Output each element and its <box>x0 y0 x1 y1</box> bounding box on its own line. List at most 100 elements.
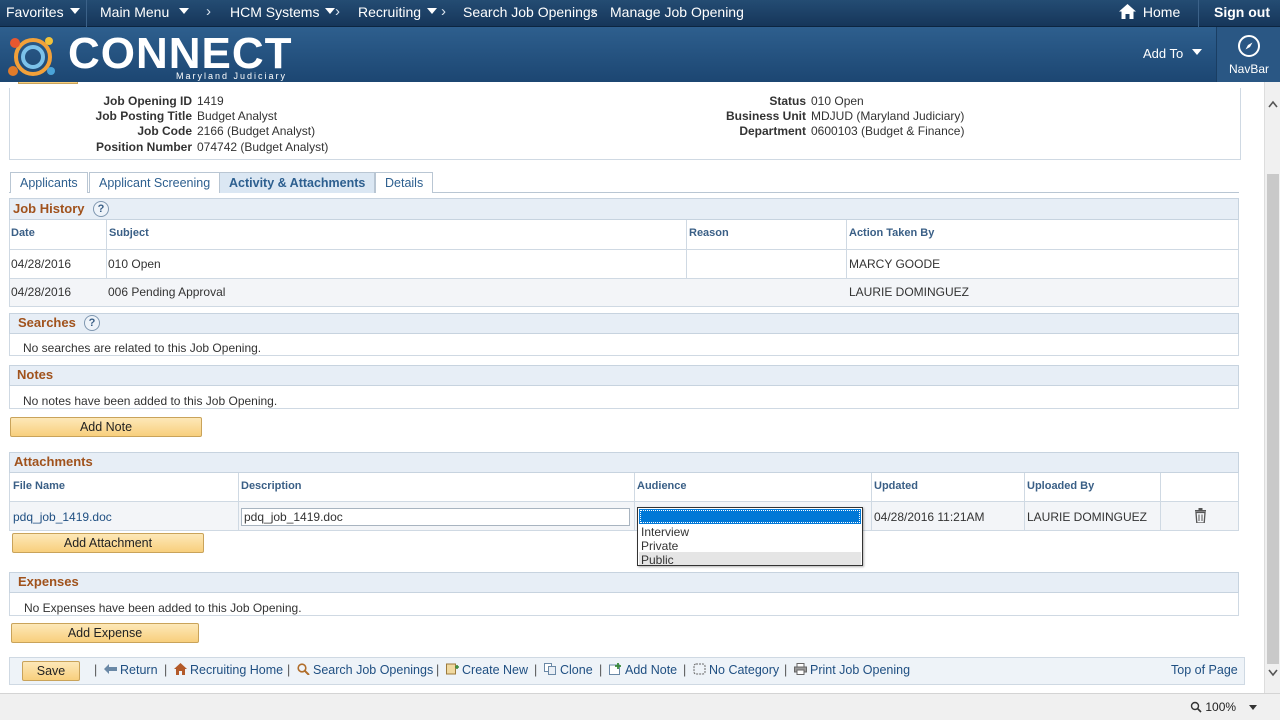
add-to-menu[interactable]: Add To <box>1143 46 1203 61</box>
navbar-button[interactable]: NavBar <box>1216 27 1280 82</box>
chevron-down-icon <box>69 8 80 14</box>
department-value: 0600103 (Budget & Finance) <box>811 124 965 138</box>
home-icon <box>174 663 187 675</box>
chevron-right-icon: › <box>591 3 596 20</box>
add-note-button[interactable]: Add Note <box>10 417 202 437</box>
scroll-up-icon[interactable] <box>1268 100 1278 108</box>
audience-option-interview[interactable]: Interview <box>641 525 689 539</box>
breadcrumb-search-job-openings[interactable]: Search Job Openings <box>463 4 598 20</box>
breadcrumb-recruiting[interactable]: Recruiting <box>358 4 438 20</box>
expenses-header <box>9 572 1239 593</box>
attachments-header <box>9 452 1239 473</box>
attachment-file-link[interactable]: pdq_job_1419.doc <box>13 510 112 524</box>
col-action-taken-by: Action Taken By <box>849 227 935 239</box>
position-number-label: Position Number <box>95 140 192 154</box>
scrollbar-thumb[interactable] <box>1267 174 1279 664</box>
recruiting-home-link[interactable]: Recruiting Home <box>174 663 283 677</box>
audience-dropdown-list[interactable]: Interview Private Public <box>637 507 863 567</box>
chevron-down-icon[interactable] <box>1249 705 1257 710</box>
chevron-right-icon: › <box>206 3 211 20</box>
top-of-page-link[interactable]: Top of Page <box>1171 663 1238 677</box>
chevron-down-icon <box>427 8 438 14</box>
audience-option-public[interactable]: Public <box>641 553 674 567</box>
job-opening-id-value: 1419 <box>197 94 224 108</box>
job-code-value: 2166 (Budget Analyst) <box>197 124 316 138</box>
status-label: Status <box>769 94 806 108</box>
zoom-icon <box>1190 701 1202 713</box>
separator: | <box>599 663 603 677</box>
help-icon[interactable]: ? <box>93 201 109 217</box>
breadcrumb-hcm-systems[interactable]: HCM Systems <box>230 4 336 20</box>
attachment-uploaded-by: LAURIE DOMINGUEZ <box>1027 510 1148 524</box>
separator: | <box>164 663 168 677</box>
breadcrumb-label: Recruiting <box>358 4 422 20</box>
main-content: Job Opening ID 1419 Job Posting Title Bu… <box>0 82 1264 693</box>
home-link[interactable]: Home <box>1119 4 1180 20</box>
grid-divider <box>238 473 239 531</box>
print-job-opening-link[interactable]: Print Job Opening <box>794 663 910 677</box>
search-job-openings-link[interactable]: Search Job Openings <box>297 663 433 677</box>
grid-divider <box>871 473 872 531</box>
notes-empty-text: No notes have been added to this Job Ope… <box>23 394 278 408</box>
job-code-label: Job Code <box>137 124 192 138</box>
clone-link[interactable]: Clone <box>544 663 593 677</box>
print-job-opening-label: Print Job Opening <box>810 663 911 677</box>
no-category-link[interactable]: No Category <box>693 663 779 677</box>
job-header-box <box>9 88 1241 160</box>
expenses-title: Expenses <box>18 574 79 589</box>
create-new-link[interactable]: Create New <box>446 663 528 677</box>
create-new-label: Create New <box>462 663 528 677</box>
save-button[interactable]: Save <box>22 661 80 681</box>
favorites-menu[interactable]: Favorites <box>6 4 80 20</box>
sign-out-link[interactable]: Sign out <box>1214 4 1270 20</box>
add-note-label: Add Note <box>625 663 678 677</box>
navbar-label: NavBar <box>1228 62 1269 76</box>
trash-icon[interactable] <box>1194 508 1207 523</box>
audience-option-private[interactable]: Private <box>641 539 678 553</box>
zoom-level: 100% <box>1205 700 1237 714</box>
col-file-name: File Name <box>13 480 65 492</box>
tab-activity-attachments[interactable]: Activity & Attachments <box>219 172 376 193</box>
add-note-link[interactable]: Add Note <box>609 663 677 677</box>
compass-icon <box>1238 35 1260 57</box>
expenses-empty-text: No Expenses have been added to this Job … <box>24 601 302 615</box>
audience-option-blank[interactable] <box>639 509 861 524</box>
main-menu[interactable]: Main Menu <box>100 4 190 20</box>
add-attachment-button[interactable]: Add Attachment <box>12 533 204 553</box>
tab-details[interactable]: Details <box>375 172 434 193</box>
breadcrumb-manage-job-opening[interactable]: Manage Job Opening <box>610 4 744 20</box>
chevron-down-icon <box>179 8 190 14</box>
col-uploaded-by: Uploaded By <box>1027 480 1095 492</box>
tab-applicant-screening[interactable]: Applicant Screening <box>89 172 221 193</box>
col-description: Description <box>241 480 302 492</box>
separator: | <box>534 663 538 677</box>
add-expense-button[interactable]: Add Expense <box>11 623 199 643</box>
favorites-label: Favorites <box>6 4 64 20</box>
help-icon[interactable]: ? <box>84 315 100 331</box>
divider <box>1198 0 1199 27</box>
history-subject: 010 Open <box>108 257 161 271</box>
col-date: Date <box>11 227 35 239</box>
separator: | <box>94 663 98 677</box>
tab-applicants[interactable]: Applicants <box>10 172 88 193</box>
zoom-control[interactable]: 100% <box>1190 700 1236 714</box>
attachment-updated: 04/28/2016 11:21AM <box>874 510 985 524</box>
main-menu-label: Main Menu <box>100 4 170 20</box>
scroll-down-icon[interactable] <box>1268 669 1278 677</box>
return-icon <box>104 664 117 674</box>
clone-label: Clone <box>560 663 593 677</box>
job-posting-title-label: Job Posting Title <box>95 109 192 123</box>
col-subject: Subject <box>109 227 149 239</box>
vertical-scrollbar[interactable] <box>1264 82 1280 693</box>
grid-divider <box>1160 473 1161 531</box>
add-note-icon <box>609 663 621 675</box>
return-link[interactable]: Return <box>104 663 158 677</box>
history-action-by: LAURIE DOMINGUEZ <box>849 285 970 299</box>
job-opening-id-label: Job Opening ID <box>103 94 192 108</box>
col-audience: Audience <box>637 480 687 492</box>
attachment-description-input[interactable] <box>241 508 630 526</box>
job-history-header <box>9 198 1239 220</box>
chevron-down-icon <box>1192 49 1203 55</box>
return-label: Return <box>120 663 158 677</box>
clone-icon <box>544 663 556 675</box>
